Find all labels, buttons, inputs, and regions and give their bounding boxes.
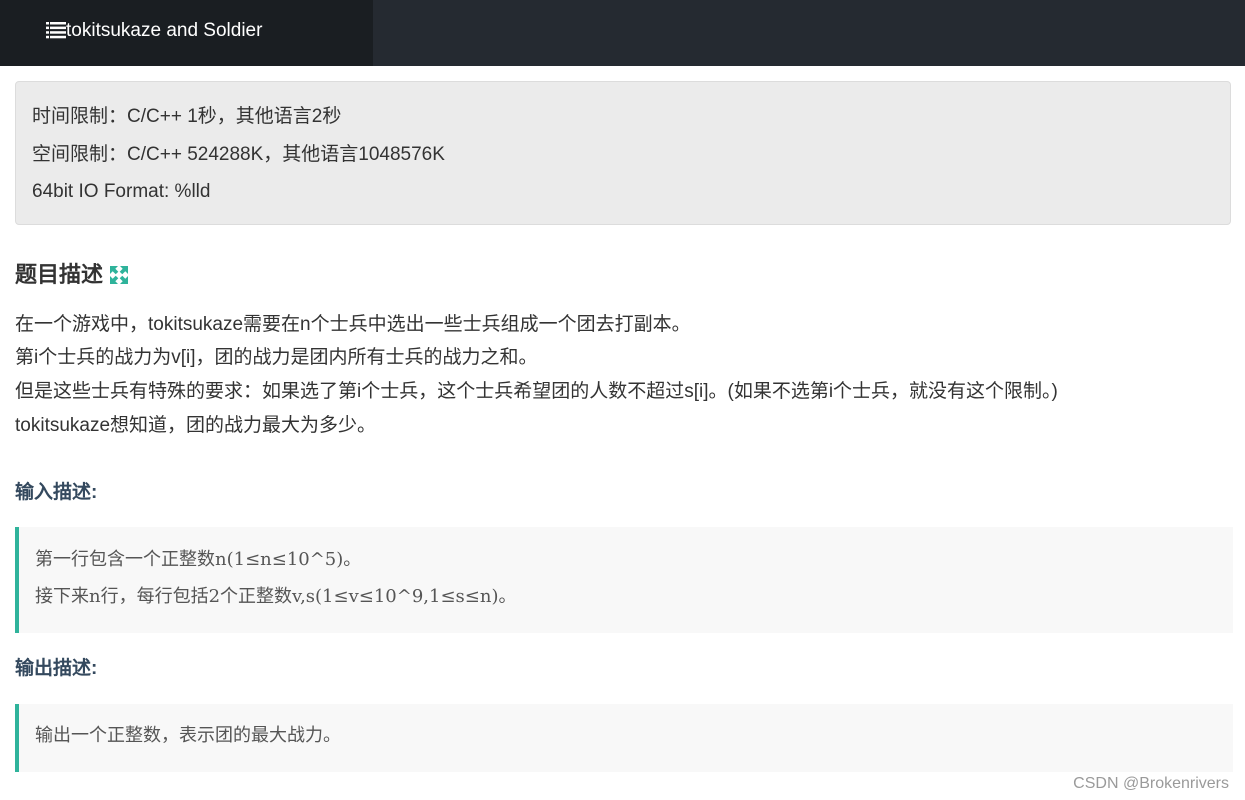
input-description-box: 第一行包含一个正整数n(1≤n≤10^5)。 接下来n行，每行包括2个正整数v,… [15,527,1233,633]
expand-icon[interactable] [109,265,129,285]
list-icon [46,22,66,39]
description-line: 第i个士兵的战力为v[i]，团的战力是团内所有士兵的战力之和。 [15,347,538,368]
output-description-box: 输出一个正整数，表示团的最大战力。 [15,704,1233,772]
io-format: 64bit IO Format: %lld [32,181,211,202]
problem-title: tokitsukaze and Soldier [66,20,263,41]
description-heading: 题目描述 [15,261,129,289]
input-heading: 输入描述: [15,482,98,503]
description-line: 在一个游戏中，tokitsukaze需要在n个士兵中选出一些士兵组成一个团去打副… [15,314,691,335]
time-limit: 时间限制：C/C++ 1秒，其他语言2秒 [32,106,342,127]
description-line: 但是这些士兵有特殊的要求：如果选了第i个士兵，这个士兵希望团的人数不超过s[i]… [15,381,1058,402]
output-line: 输出一个正整数，表示团的最大战力。 [35,725,341,746]
description-title: 题目描述 [15,262,104,287]
memory-limit: 空间限制：C/C++ 524288K，其他语言1048576K [32,144,445,165]
input-line: 接下来n行，每行包括2个正整数v,s(1≤v≤10^9,1≤s≤n)。 [35,586,517,607]
limits-panel: 时间限制：C/C++ 1秒，其他语言2秒 空间限制：C/C++ 524288K，… [15,81,1231,225]
output-heading: 输出描述: [15,658,98,679]
description-line: tokitsukaze想知道，团的战力最大为多少。 [15,415,377,436]
top-bar: tokitsukaze and Soldier [0,0,1245,66]
input-line: 第一行包含一个正整数n(1≤n≤10^5)。 [35,549,362,570]
watermark: CSDN @Brokenrivers [1073,775,1229,792]
problem-tab[interactable]: tokitsukaze and Soldier [0,0,373,66]
